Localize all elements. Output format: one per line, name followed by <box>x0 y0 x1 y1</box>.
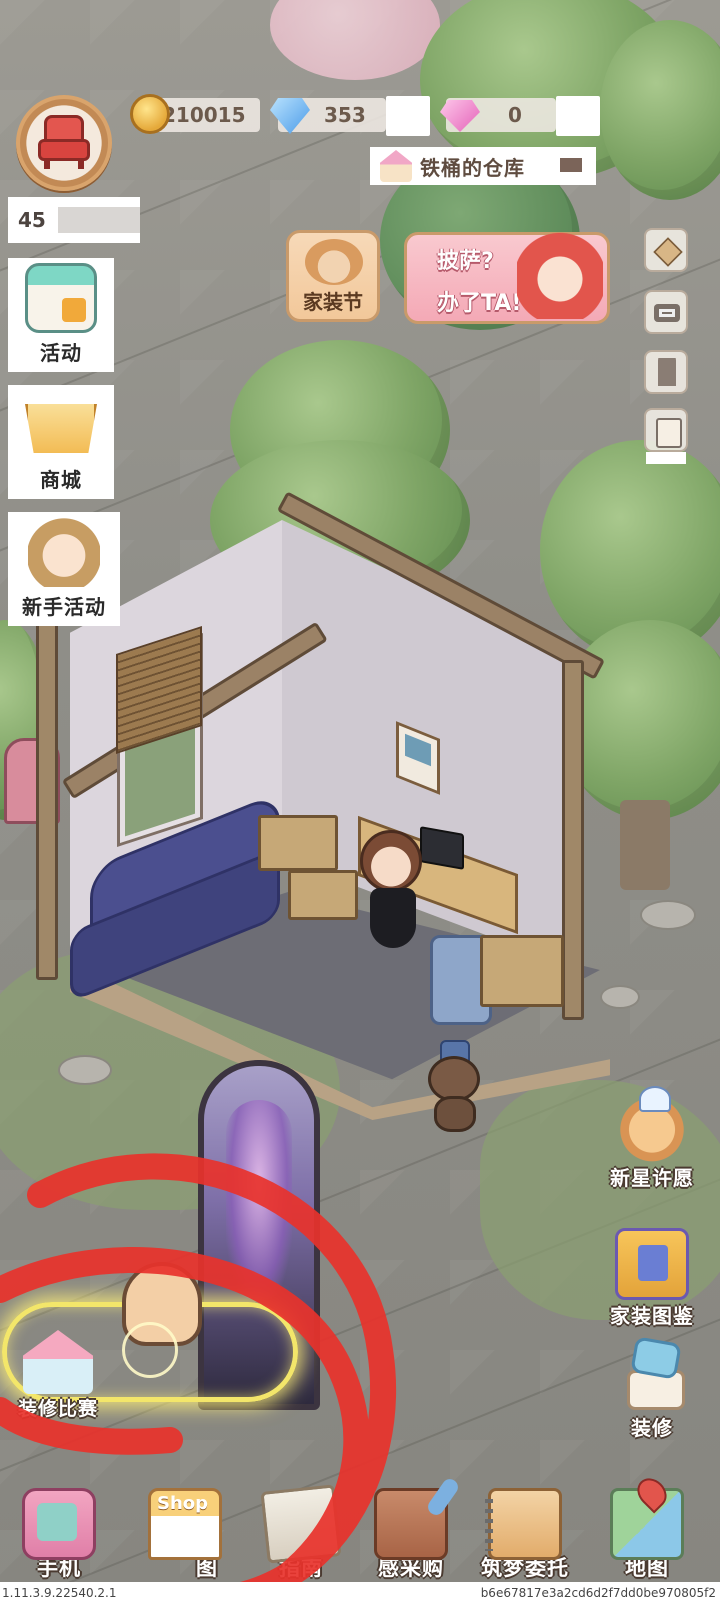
character-body[interactable] <box>370 888 416 948</box>
pizza-event-banner[interactable]: 披萨? 办了TA! <box>404 219 610 324</box>
nav-shop[interactable]: Shop 图 <box>130 1470 240 1582</box>
pink-gem-counter[interactable]: 0 <box>440 98 556 132</box>
pizza-line1: 披萨? <box>437 249 494 274</box>
mall-label: 商城 <box>40 468 82 492</box>
pink-gem-icon <box>440 100 480 132</box>
xp-progress <box>58 207 140 233</box>
add-diamond-button[interactable] <box>386 96 430 136</box>
activity-label: 活动 <box>40 341 82 365</box>
map-icon <box>610 1488 684 1560</box>
bottom-nav: 手机 Shop 图 指南 感采购 筑梦委托 地图 <box>0 1470 720 1582</box>
cherry-blossom-tree <box>270 0 440 80</box>
shop-icon: Shop <box>148 1488 222 1560</box>
pet-dog[interactable] <box>420 1040 490 1132</box>
profile-icon[interactable] <box>644 350 688 394</box>
newbie-avatar-icon <box>28 517 100 587</box>
dog-mascot-icon <box>305 239 363 285</box>
home-festival-banner[interactable]: 家装节 <box>286 230 380 322</box>
storage-box-icon[interactable] <box>644 228 688 272</box>
activity-button[interactable]: 活动 <box>8 258 114 372</box>
house-icon <box>380 150 412 182</box>
calendar-icon <box>25 263 97 333</box>
catalog-book-icon <box>615 1228 689 1300</box>
pink-gem-value: 0 <box>508 103 522 127</box>
coin-counter[interactable]: 210015 <box>130 94 260 134</box>
decor-catalog-label: 家装图鉴 <box>610 1304 694 1328</box>
avatar-button[interactable] <box>16 95 112 191</box>
level-value: 45 <box>18 208 46 232</box>
notes-icon[interactable] <box>644 408 688 452</box>
laptop[interactable] <box>420 826 464 870</box>
dream-commission-icon <box>485 1488 562 1560</box>
stone <box>640 900 696 930</box>
new-star-wish-label: 新星许愿 <box>610 1166 694 1190</box>
cardboard-box[interactable] <box>258 815 338 871</box>
character-head <box>360 830 422 892</box>
version-text: 1.11.3.9.22540.2.1 <box>2 1586 117 1600</box>
nav-guide[interactable]: 指南 <box>246 1470 356 1582</box>
purchase-icon <box>374 1488 448 1560</box>
build-hash-text: b6e67817e3a2cd6d2f7dd0be970805f2 <box>480 1586 716 1600</box>
diamond-value: 353 <box>324 103 366 127</box>
decoration-contest-button[interactable]: 装修比赛 <box>8 1330 108 1421</box>
mall-button[interactable]: 商城 <box>8 385 114 499</box>
camera-icon[interactable] <box>644 290 688 334</box>
nav-purchase[interactable]: 感采购 <box>356 1470 466 1582</box>
house-post <box>36 620 58 980</box>
wish-dog-icon <box>615 1086 689 1162</box>
shop-sign: Shop <box>157 1493 209 1514</box>
warehouse-tag <box>560 158 582 172</box>
newbie-activity-button[interactable]: 新手活动 <box>8 512 120 626</box>
contest-house-icon <box>23 1330 93 1394</box>
phone-icon <box>22 1488 96 1560</box>
home-festival-label: 家装节 <box>303 290 363 314</box>
level-bar[interactable]: 45 <box>8 197 140 243</box>
dog-body <box>434 1096 476 1132</box>
armchair-icon <box>34 115 94 171</box>
renovate-label: 装修 <box>631 1416 673 1440</box>
newbie-activity-label: 新手活动 <box>22 595 106 619</box>
nav-map[interactable]: 地图 <box>592 1470 702 1582</box>
house-post <box>562 660 584 1020</box>
mirror-glow <box>226 1100 292 1300</box>
renovate-button[interactable]: 装修 <box>600 1340 704 1441</box>
nav-phone[interactable]: 手机 <box>4 1470 114 1582</box>
decor-catalog-button[interactable]: 家装图鉴 <box>600 1228 704 1329</box>
pizza-line2: 办了TA! <box>437 291 522 316</box>
house[interactable] <box>36 490 620 1140</box>
notes-badge <box>646 452 686 464</box>
cardboard-box[interactable] <box>480 935 564 1007</box>
cardboard-box[interactable] <box>288 870 358 920</box>
warehouse-label: 铁桶的仓库 <box>420 155 525 180</box>
redhead-girl-icon <box>517 219 603 319</box>
tap-indicator <box>122 1322 178 1378</box>
vip-cart-icon <box>25 404 97 453</box>
guide-icon <box>260 1484 342 1564</box>
decoration-contest-label: 装修比赛 <box>17 1398 98 1420</box>
new-star-wish-button[interactable]: 新星许愿 <box>600 1086 704 1191</box>
renovate-icon <box>615 1340 689 1412</box>
coin-icon <box>130 94 170 134</box>
add-pink-gem-button[interactable] <box>556 96 600 136</box>
tree-trunk <box>620 800 670 890</box>
nav-dream-commission[interactable]: 筑梦委托 <box>470 1470 580 1582</box>
coin-value: 210015 <box>162 103 246 127</box>
diamond-counter[interactable]: 353 <box>270 98 386 134</box>
warehouse-button[interactable]: 铁桶的仓库 <box>370 147 596 185</box>
